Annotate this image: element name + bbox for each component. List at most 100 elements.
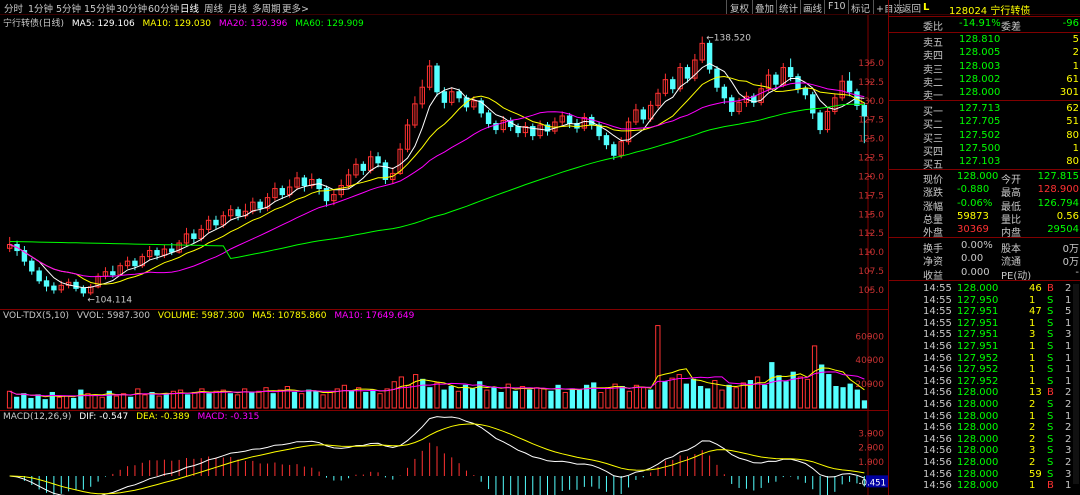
tick-count: 1 [1065, 317, 1072, 329]
tick-time: 14:56 [923, 364, 952, 376]
volume-bar [733, 387, 739, 409]
volume-bar [185, 394, 191, 409]
candle-body [80, 287, 87, 294]
bid-volume: 1 [1072, 142, 1079, 154]
overlay-button[interactable]: 叠加 [755, 1, 774, 15]
candle-body [515, 126, 521, 134]
candle-body [787, 67, 794, 78]
tab-30min[interactable]: 30分钟 [116, 1, 147, 15]
price-panel[interactable]: 宁行转债(日线) MA5: 129.106 MA10: 129.030 MA20… [0, 15, 888, 310]
tab-daily[interactable]: 日线 [180, 1, 199, 15]
volume-chart-svg[interactable]: 60000 40000 20000 [0, 310, 888, 410]
tab-weekly[interactable]: 周线 [204, 1, 223, 15]
volume-bar [519, 386, 526, 409]
volume-panel[interactable]: VOL-TDX(5,10) VVOL: 5987.300 VOLUME: 598… [0, 310, 888, 411]
tab-monthly[interactable]: 月线 [228, 1, 247, 15]
bid-price: 127.705 [959, 116, 1001, 128]
tick-price: 127.952 [957, 375, 999, 387]
tab-5min[interactable]: 5分钟 [56, 1, 81, 15]
tick-volume: 1 [1029, 364, 1036, 376]
tab-1min[interactable]: 1分钟 [28, 1, 53, 15]
f10-button[interactable]: F10 [828, 1, 846, 12]
ask-row: 卖五 128.810 5 [889, 34, 1080, 49]
volume-bar [569, 388, 575, 409]
volume-bar [291, 391, 298, 409]
candle-body [154, 250, 160, 256]
volume-bar [790, 371, 796, 409]
mark-button[interactable]: 标记 [851, 1, 870, 15]
tab-60min[interactable]: 60分钟 [148, 1, 179, 15]
bid-row: 买四 127.500 1 [889, 142, 1080, 158]
chart-area[interactable]: 宁行转债(日线) MA5: 129.106 MA10: 129.030 MA20… [0, 15, 888, 495]
tick-time: 14:55 [923, 283, 952, 294]
tick-volume: 2 [1029, 399, 1036, 410]
stat-value: 59873 [957, 210, 989, 222]
tick-side: S [1047, 341, 1054, 352]
volume-bar [163, 393, 169, 409]
stat2-row: 净资 0.00 流通 0万 [889, 253, 1080, 268]
tick-time: 14:56 [923, 468, 952, 480]
statistics-button[interactable]: 统计 [779, 1, 798, 15]
tab-15min[interactable]: 15分钟 [84, 1, 115, 15]
tab-fenshi[interactable]: 分时 [4, 1, 23, 15]
tick-side: S [1047, 294, 1054, 306]
ask-price: 128.002 [959, 73, 1001, 85]
price-tick-label: 112.5 [858, 229, 884, 239]
low-price-label: ←104.114 [87, 296, 132, 306]
bid-row: 买一 127.713 62 [889, 103, 1080, 118]
candle-body [36, 270, 42, 282]
candle-body [51, 285, 57, 291]
candle-body [728, 97, 735, 112]
volume-bar [633, 384, 640, 409]
divider [889, 100, 1080, 101]
draw-line-button[interactable]: 画线 [803, 1, 822, 15]
macd-panel[interactable]: MACD(12,26,9) DIF: -0.547 DEA: -0.389 MA… [0, 411, 888, 495]
tick-volume: 1 [1029, 341, 1036, 352]
divider [889, 16, 1080, 17]
tick-count: 2 [1065, 399, 1072, 410]
toolbar-divider [824, 0, 825, 14]
divider [889, 280, 1080, 281]
candle-body [257, 201, 263, 209]
candle-body [485, 112, 492, 125]
tick-side: S [1047, 410, 1054, 422]
divider [889, 32, 1080, 33]
bid-price: 127.103 [959, 156, 1001, 168]
tick-volume: 3 [1029, 445, 1036, 457]
volume-bar [576, 389, 583, 409]
tick-price: 127.950 [957, 294, 999, 306]
macd-chart-svg[interactable]: 3.000 2.000 1.000 -0.451 [0, 411, 888, 495]
volume-bar [306, 389, 312, 409]
volume-bar [462, 384, 469, 409]
toolbar-divider [752, 0, 753, 14]
candle-body [434, 65, 440, 93]
price-chart-svg[interactable]: 135.0132.5130.0127.5125.0122.5120.0117.5… [0, 15, 888, 309]
volume-bar [320, 394, 326, 409]
divider [889, 169, 1080, 170]
candle-body [301, 177, 308, 187]
tick-volume: 1 [1029, 480, 1036, 492]
tick-scrollbar[interactable] [1073, 284, 1079, 484]
volume-bar [56, 396, 63, 409]
tick-count: 5 [1065, 306, 1072, 318]
stat-row: 涨幅 -0.06% 最低 126.794 [889, 198, 1080, 213]
volume-bar [512, 390, 519, 409]
ask-volume: 2 [1072, 47, 1079, 59]
tick-count: 2 [1065, 422, 1072, 434]
tick-time: 14:56 [923, 433, 952, 445]
tab-multi-period[interactable]: 多周期 [252, 1, 281, 15]
volume-bar [99, 396, 105, 409]
volume-bar [562, 391, 568, 409]
candle-body [611, 144, 617, 156]
volume-bar [405, 384, 412, 409]
quote-marker: L [923, 2, 930, 13]
candle-body [706, 42, 713, 70]
tab-more[interactable]: 更多> [282, 1, 309, 15]
stat-value: 0.56 [1056, 210, 1079, 222]
stat2-row: 换手 0.00% 股本 0万 [889, 240, 1080, 255]
volume-bar [676, 374, 682, 409]
candle-body [817, 112, 823, 131]
weibi-label: 委比 [923, 22, 943, 33]
tick-side: S [1047, 329, 1054, 341]
restore-rights-button[interactable]: 复权 [730, 1, 749, 15]
